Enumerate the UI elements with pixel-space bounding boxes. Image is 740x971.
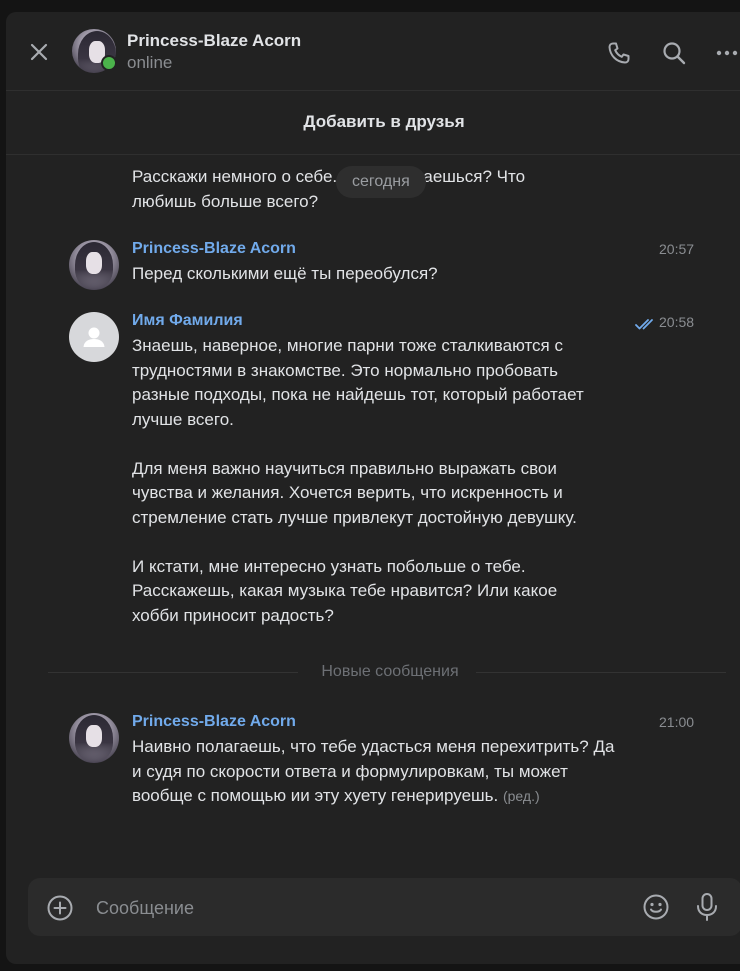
- avatar[interactable]: [69, 240, 119, 290]
- message-time: 20:58: [659, 314, 695, 330]
- emoji-icon[interactable]: [642, 893, 670, 921]
- message-author[interactable]: Princess-Blaze Acorn: [132, 713, 296, 731]
- attach-plus-icon[interactable]: [46, 894, 74, 922]
- edited-label: (ред.): [502, 788, 540, 804]
- avatar[interactable]: [72, 29, 117, 73]
- microphone-icon[interactable]: [694, 892, 720, 922]
- contact-name[interactable]: Princess-Blaze Acorn: [127, 31, 301, 51]
- chat-window: Princess-Blaze Acorn online Добавить в д…: [6, 12, 740, 964]
- message-time: 21:00: [659, 714, 695, 730]
- new-messages-label: Новые сообщения: [321, 663, 459, 680]
- message-author[interactable]: Имя Фамилия: [132, 312, 243, 330]
- read-checkmark-icon: [635, 319, 653, 330]
- message-input[interactable]: [94, 878, 638, 938]
- message-text: Перед сколькими ещё ты переобулся?: [132, 264, 438, 283]
- contact-status: online: [127, 53, 173, 72]
- add-friend-bar: Добавить в друзья: [6, 91, 740, 155]
- message-text: Наивно полагаешь, что тебе удасться меня…: [132, 737, 615, 805]
- more-icon[interactable]: [714, 40, 740, 66]
- message-time: 20:57: [659, 241, 695, 257]
- close-icon[interactable]: [26, 39, 52, 65]
- message-composer: [28, 878, 740, 938]
- avatar[interactable]: [69, 713, 119, 763]
- chat-header: Princess-Blaze Acorn online: [6, 12, 740, 91]
- date-pill: сегодня: [336, 166, 426, 198]
- message-text: Расскажи немного о себе. Чем увлекаешься…: [132, 167, 526, 211]
- message-text: Знаешь, наверное, многие парни тоже стал…: [132, 336, 584, 625]
- message-author[interactable]: Princess-Blaze Acorn: [132, 240, 296, 258]
- search-icon[interactable]: [661, 40, 687, 66]
- online-indicator: [101, 55, 117, 71]
- avatar[interactable]: [69, 312, 119, 362]
- phone-icon[interactable]: [606, 40, 632, 66]
- user-placeholder-icon: [83, 327, 105, 347]
- add-friend-button[interactable]: Добавить в друзья: [6, 112, 740, 132]
